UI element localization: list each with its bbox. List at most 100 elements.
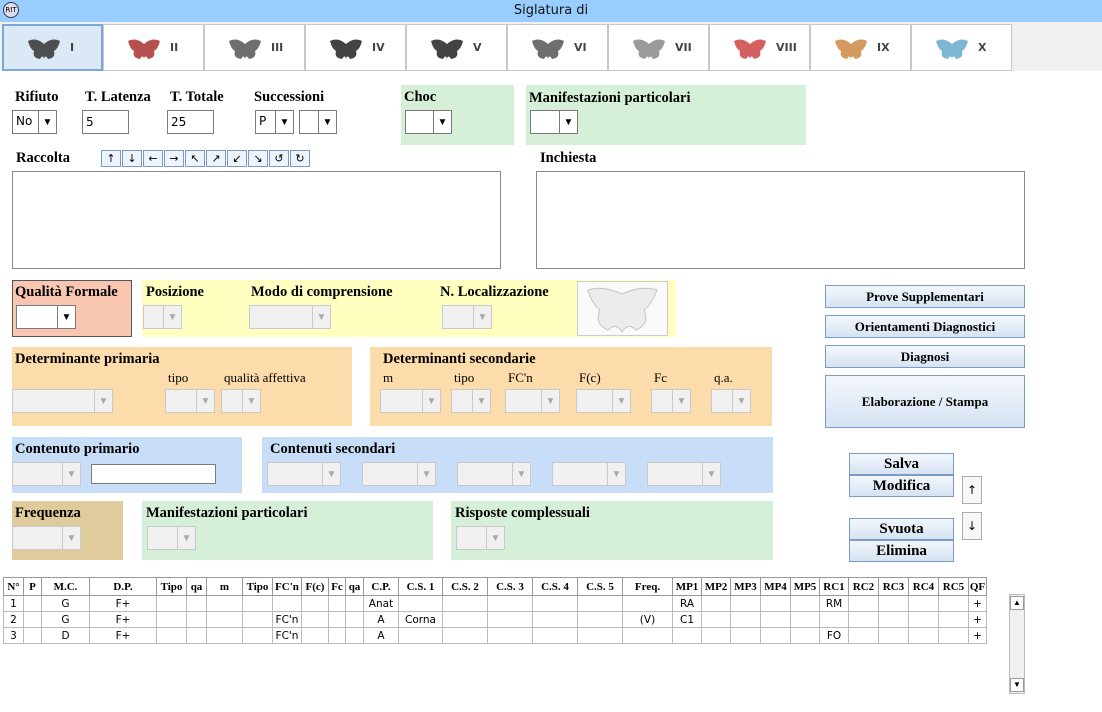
column-header[interactable]: QF <box>968 577 987 596</box>
column-header[interactable]: C.P. <box>363 577 399 596</box>
column-header[interactable]: MP5 <box>790 577 820 596</box>
totale-input[interactable]: 25 <box>167 110 214 134</box>
column-header[interactable]: C.S. 4 <box>532 577 578 596</box>
raccolta-arrow-button-8[interactable]: ↘ <box>248 150 268 167</box>
table-scrollbar[interactable]: ▲ ▼ <box>1009 594 1025 694</box>
cont-sec-select-2[interactable]: ▼ <box>362 462 436 486</box>
tab-plate-2[interactable]: II <box>103 24 204 71</box>
det-sec-tipo-select[interactable]: ▼ <box>451 389 491 413</box>
raccolta-arrow-button-7[interactable]: ↙ <box>227 150 247 167</box>
column-header[interactable]: MP4 <box>760 577 791 596</box>
column-header[interactable]: C.S. 1 <box>398 577 443 596</box>
manif2-select[interactable]: ▼ <box>147 526 196 550</box>
complessuali-select[interactable]: ▼ <box>456 526 505 550</box>
det-prim-select[interactable]: ▼ <box>12 389 113 413</box>
column-header[interactable]: MP3 <box>730 577 761 596</box>
tab-plate-8[interactable]: VIII <box>709 24 810 71</box>
diagnosi-button[interactable]: Diagnosi <box>825 345 1025 368</box>
orientamenti-button[interactable]: Orientamenti Diagnostici <box>825 315 1025 338</box>
det-sec-fcn-select[interactable]: ▼ <box>505 389 560 413</box>
table-row[interactable]: 3 D F+ FC'n A FO + <box>3 627 987 644</box>
tab-plate-7[interactable]: VII <box>608 24 709 71</box>
tab-plate-6[interactable]: VI <box>507 24 608 71</box>
raccolta-textarea[interactable] <box>12 171 501 269</box>
raccolta-arrow-button-5[interactable]: ↖ <box>185 150 205 167</box>
choc-select[interactable]: ▼ <box>405 110 452 134</box>
det-sec-fc2-select[interactable]: ▼ <box>651 389 691 413</box>
cont-sec-select-5[interactable]: ▼ <box>647 462 721 486</box>
elaborazione-stampa-button[interactable]: Elaborazione / Stampa <box>825 375 1025 428</box>
successioni-select[interactable]: P ▼ <box>255 110 294 134</box>
tab-plate-1[interactable]: I <box>2 24 103 71</box>
scroll-down-icon[interactable]: ▼ <box>1010 678 1024 692</box>
column-header[interactable]: RC3 <box>878 577 909 596</box>
det-prim-qa-select[interactable]: ▼ <box>221 389 261 413</box>
tab-label: VI <box>574 41 587 54</box>
raccolta-arrow-button-3[interactable]: ← <box>143 150 163 167</box>
column-header[interactable]: m <box>206 577 243 596</box>
table-row[interactable]: 2 G F+ FC'n A Corna (V) C1 + <box>3 611 987 628</box>
cont-prim-input[interactable] <box>91 464 216 484</box>
cont-sec-select-4[interactable]: ▼ <box>552 462 626 486</box>
det-prim-label: Determinante primaria <box>15 351 160 367</box>
column-header[interactable]: RC1 <box>819 577 849 596</box>
cont-prim-select[interactable]: ▼ <box>12 462 81 486</box>
column-header[interactable]: M.C. <box>41 577 90 596</box>
det-sec-m-select[interactable]: ▼ <box>380 389 441 413</box>
qualita-select[interactable]: ▼ <box>16 305 76 329</box>
modifica-button[interactable]: Modifica <box>849 475 954 497</box>
prove-supplementari-button[interactable]: Prove Supplementari <box>825 285 1025 308</box>
rifiuto-select[interactable]: No ▼ <box>12 110 57 134</box>
column-header[interactable]: Tipo <box>242 577 273 596</box>
successioni-select-2[interactable]: ▼ <box>299 110 337 134</box>
column-header[interactable]: Tipo <box>156 577 187 596</box>
raccolta-arrow-button-2[interactable]: ↓ <box>122 150 142 167</box>
column-header[interactable]: MP1 <box>672 577 702 596</box>
tab-plate-10[interactable]: X <box>911 24 1012 71</box>
det-sec-qa-select[interactable]: ▼ <box>711 389 751 413</box>
column-header[interactable]: D.P. <box>89 577 157 596</box>
column-header[interactable]: RC4 <box>908 577 939 596</box>
frequenza-select[interactable]: ▼ <box>12 526 81 550</box>
column-header[interactable]: F(c) <box>301 577 329 596</box>
det-prim-tipo-select[interactable]: ▼ <box>165 389 215 413</box>
column-header[interactable]: qa <box>186 577 207 596</box>
elimina-button[interactable]: Elimina <box>849 540 954 562</box>
svuota-button[interactable]: Svuota <box>849 518 954 540</box>
cont-sec-select-1[interactable]: ▼ <box>267 462 341 486</box>
column-header[interactable]: RC2 <box>848 577 879 596</box>
column-header[interactable]: C.S. 5 <box>577 577 623 596</box>
column-header[interactable]: Freq. <box>622 577 673 596</box>
cont-sec-select-3[interactable]: ▼ <box>457 462 531 486</box>
tab-plate-3[interactable]: III <box>204 24 305 71</box>
scroll-up-icon[interactable]: ▲ <box>1010 596 1024 610</box>
raccolta-arrow-button-10[interactable]: ↻ <box>290 150 310 167</box>
raccolta-arrow-button-4[interactable]: → <box>164 150 184 167</box>
modo-select[interactable]: ▼ <box>249 305 331 329</box>
posizione-select[interactable]: ▼ <box>143 305 182 329</box>
salva-button[interactable]: Salva <box>849 453 954 475</box>
column-header[interactable]: MP2 <box>701 577 731 596</box>
column-header[interactable]: N° <box>3 577 24 596</box>
column-header[interactable]: qa <box>345 577 364 596</box>
move-down-button[interactable]: ↓ <box>962 512 982 540</box>
column-header[interactable]: C.S. 3 <box>487 577 533 596</box>
column-header[interactable]: C.S. 2 <box>442 577 488 596</box>
move-up-button[interactable]: ↑ <box>962 476 982 504</box>
nloc-select[interactable]: ▼ <box>442 305 492 329</box>
det-sec-fc-select[interactable]: ▼ <box>576 389 631 413</box>
manif-select[interactable]: ▼ <box>530 110 578 134</box>
column-header[interactable]: Fc <box>328 577 346 596</box>
raccolta-arrow-button-6[interactable]: ↗ <box>206 150 226 167</box>
column-header[interactable]: FC'n <box>272 577 302 596</box>
tab-plate-9[interactable]: IX <box>810 24 911 71</box>
tab-plate-5[interactable]: V <box>406 24 507 71</box>
column-header[interactable]: P <box>23 577 42 596</box>
table-row[interactable]: 1 G F+ Anat RA RM + <box>3 595 987 612</box>
tab-plate-4[interactable]: IV <box>305 24 406 71</box>
column-header[interactable]: RC5 <box>938 577 969 596</box>
inchiesta-textarea[interactable] <box>536 171 1025 269</box>
raccolta-arrow-button-9[interactable]: ↺ <box>269 150 289 167</box>
latenza-input[interactable]: 5 <box>82 110 129 134</box>
raccolta-arrow-button-1[interactable]: ↑ <box>101 150 121 167</box>
